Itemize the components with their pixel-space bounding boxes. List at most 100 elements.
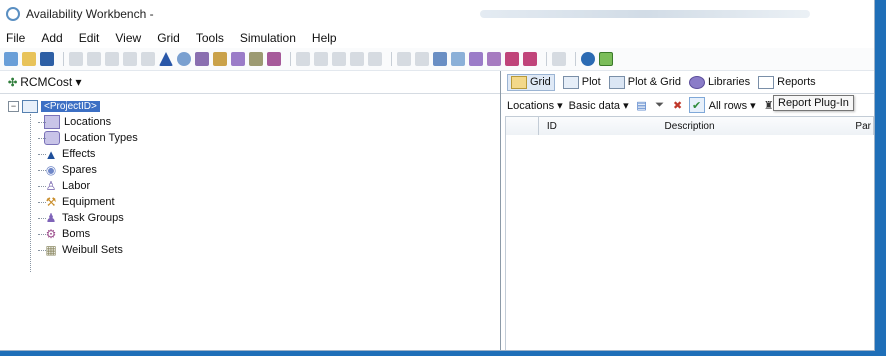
collapse-icon[interactable]: −: [8, 100, 19, 112]
title-bar: Availability Workbench -: [0, 0, 874, 28]
disabled-tool-icon[interactable]: [69, 52, 83, 66]
view-tabs: Grid Plot Plot & Grid Libraries Reports: [501, 71, 874, 94]
delete-icon[interactable]: [368, 52, 382, 66]
tab-label: Plot: [581, 76, 601, 88]
toolbar-separator: [290, 52, 291, 66]
menu-add[interactable]: Add: [41, 31, 62, 45]
menu-file[interactable]: File: [6, 31, 25, 45]
project-selector[interactable]: ✣ RCMCost ▾: [0, 71, 500, 94]
equipment-icon: ⚒: [45, 195, 57, 209]
bom-icon: ⚙: [45, 227, 57, 241]
tree-item-label: Weibull Sets: [62, 244, 123, 256]
plot-icon: [562, 75, 579, 89]
blurred-title-area: [480, 10, 810, 18]
column-header-description[interactable]: Description: [595, 121, 856, 132]
grid-icon: [511, 75, 527, 89]
column-chooser-icon[interactable]: ▤: [635, 98, 649, 112]
simulate-step-icon[interactable]: [523, 52, 537, 66]
tree-item-label: Locations: [64, 116, 112, 128]
paste-special-icon[interactable]: [350, 52, 364, 66]
tab-reports[interactable]: Reports: [758, 75, 816, 89]
all-rows-dropdown[interactable]: All rows ▾: [709, 99, 756, 112]
tree-item-label: Task Groups: [62, 212, 124, 224]
toolbar-separator: [546, 52, 547, 66]
grid-body[interactable]: [505, 135, 874, 350]
disabled-tool-icon[interactable]: [141, 52, 155, 66]
save-icon[interactable]: [40, 52, 54, 66]
tab-plot-grid[interactable]: Plot & Grid: [608, 75, 681, 89]
application-window: Availability Workbench - File Add Edit V…: [0, 0, 875, 351]
bom-icon[interactable]: [267, 52, 281, 66]
open-folder-icon[interactable]: [22, 52, 36, 66]
grid-header: ID Description Par: [505, 116, 874, 136]
basic-data-dropdown[interactable]: Basic data ▾: [569, 99, 629, 112]
tree-item-label: Location Types: [64, 132, 138, 144]
tree-item-weibull-sets[interactable]: ▦ Weibull Sets: [8, 242, 500, 258]
person-icon: ♙: [45, 179, 57, 193]
menu-grid[interactable]: Grid: [157, 31, 180, 45]
column-header-id[interactable]: ID: [539, 121, 595, 132]
spare-part-icon: ◉: [45, 163, 57, 177]
menu-tools[interactable]: Tools: [196, 31, 224, 45]
undo-icon[interactable]: [397, 52, 411, 66]
weibull-icon: ▦: [45, 243, 57, 257]
menu-edit[interactable]: Edit: [79, 31, 100, 45]
tab-plot[interactable]: Plot: [562, 75, 601, 89]
plot-grid-icon: [608, 75, 625, 89]
tree-item-task-groups[interactable]: ♟ Task Groups: [8, 210, 500, 226]
disabled-tool-icon[interactable]: [87, 52, 101, 66]
tree-root[interactable]: − <ProjectID>: [8, 98, 500, 114]
toolbar-separator: [391, 52, 392, 66]
tab-libraries[interactable]: Libraries: [688, 75, 750, 89]
rcmcost-icon: ✣: [8, 76, 18, 89]
grid-corner[interactable]: [506, 117, 539, 135]
person-icon[interactable]: [195, 52, 209, 66]
apply-filter-icon[interactable]: ✔: [688, 97, 705, 113]
cut-icon[interactable]: [296, 52, 310, 66]
person-tool-icon[interactable]: [469, 52, 483, 66]
tree-item-location-types[interactable]: Location Types: [8, 130, 500, 146]
grid-tool-icon[interactable]: [433, 52, 447, 66]
report-plugin-tooltip: Report Plug-In: [773, 95, 854, 111]
location-type-icon: [44, 131, 60, 145]
report-plugin-icon[interactable]: [599, 52, 613, 66]
tree-item-effects[interactable]: ▲ Effects: [8, 146, 500, 162]
chart-tool-icon[interactable]: [451, 52, 465, 66]
disabled-tool-icon[interactable]: [105, 52, 119, 66]
tree-item-labor[interactable]: ♙ Labor: [8, 178, 500, 194]
network-tool-icon[interactable]: [487, 52, 501, 66]
content-pane: Grid Plot Plot & Grid Libraries Reports: [501, 71, 874, 350]
menu-view[interactable]: View: [115, 31, 141, 45]
disabled-tool-icon[interactable]: [123, 52, 137, 66]
new-project-icon[interactable]: [4, 52, 18, 66]
menu-help[interactable]: Help: [312, 31, 337, 45]
equipment-icon[interactable]: [213, 52, 227, 66]
tree-item-locations[interactable]: Locations: [8, 114, 500, 130]
libraries-icon: [688, 75, 705, 89]
tree-item-spares[interactable]: ◉ Spares: [8, 162, 500, 178]
warning-triangle-icon: ▲: [44, 146, 58, 162]
paste-icon[interactable]: [332, 52, 346, 66]
column-header-par[interactable]: Par: [855, 121, 873, 132]
spare-part-icon[interactable]: [177, 52, 191, 66]
clear-filter-icon[interactable]: ✖: [671, 98, 685, 112]
project-tree: − <ProjectID> Locations Location Types ▲…: [0, 94, 500, 272]
filter-icon[interactable]: ⏷: [653, 98, 667, 112]
warning-triangle-icon[interactable]: [159, 52, 173, 66]
tree-item-equipment[interactable]: ⚒ Equipment: [8, 194, 500, 210]
toolbar-separator: [63, 52, 64, 66]
help-icon[interactable]: [581, 52, 595, 66]
task-group-icon[interactable]: [231, 52, 245, 66]
tab-grid[interactable]: Grid: [507, 73, 555, 91]
tree-item-label: Boms: [62, 228, 91, 240]
tree-item-label: Effects: [62, 148, 96, 160]
search-icon[interactable]: [552, 52, 566, 66]
copy-icon[interactable]: [314, 52, 328, 66]
tree-item-boms[interactable]: ⚙ Boms: [8, 226, 500, 242]
simulate-icon[interactable]: [505, 52, 519, 66]
tab-label: Grid: [530, 76, 551, 88]
menu-simulation[interactable]: Simulation: [240, 31, 296, 45]
weibull-icon[interactable]: [249, 52, 263, 66]
locations-dropdown[interactable]: Locations ▾: [507, 99, 563, 112]
redo-icon[interactable]: [415, 52, 429, 66]
